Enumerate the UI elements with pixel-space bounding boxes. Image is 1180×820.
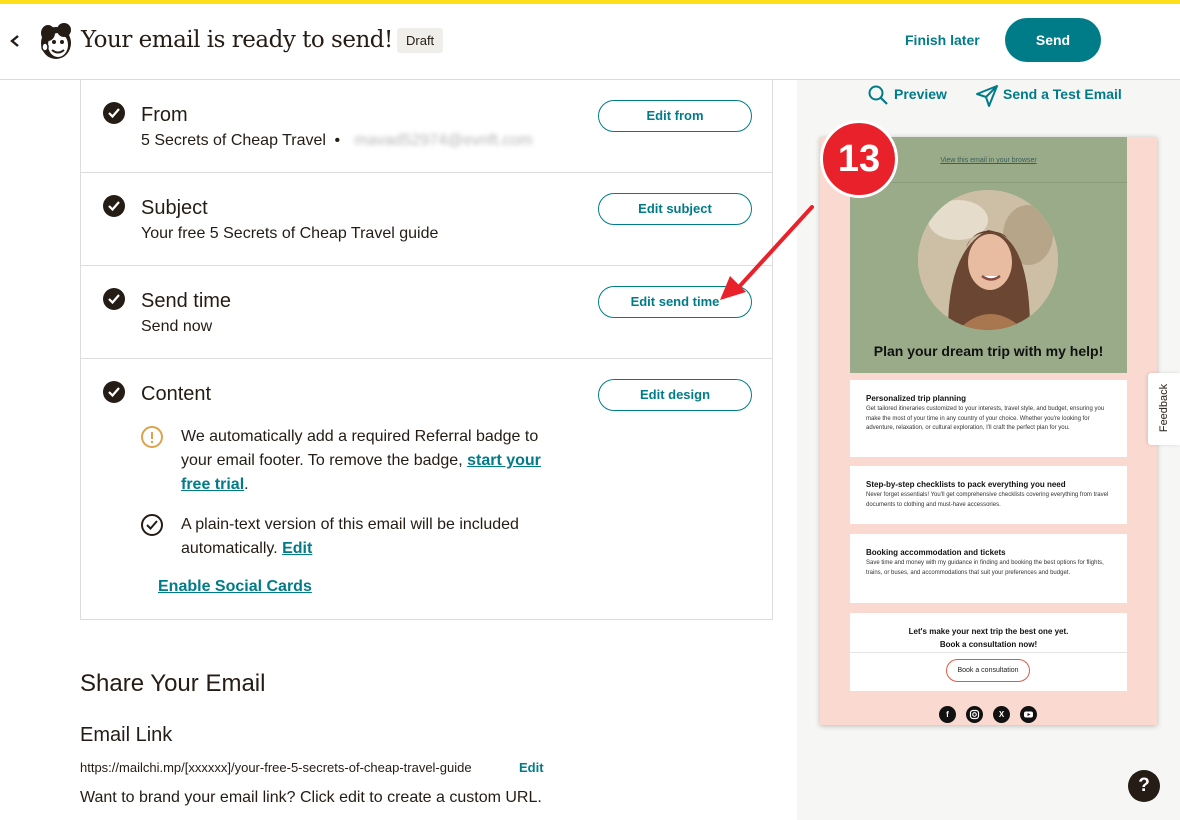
- cta-line-1: Let's make your next trip the best one y…: [908, 627, 1069, 636]
- warning-icon: [141, 426, 163, 448]
- email-link-edit-link[interactable]: Edit: [519, 760, 544, 775]
- portrait-photo: [918, 190, 1058, 330]
- email-link-heading: Email Link: [80, 724, 173, 746]
- row-title: Content: [141, 383, 212, 405]
- brand-link-hint: Want to brand your email link? Click edi…: [80, 789, 542, 806]
- social-icons-row: f X: [939, 706, 1039, 723]
- feedback-tab[interactable]: Feedback: [1148, 373, 1180, 445]
- section-title: Booking accommodation and tickets: [866, 548, 1006, 557]
- checklist-row-content: Content Edit design We automatically add…: [81, 359, 772, 620]
- checklist-row-subject: Subject Your free 5 Secrets of Cheap Tra…: [81, 173, 772, 266]
- paper-plane-icon: [976, 85, 998, 107]
- plaintext-text: A plain-text version of this email will …: [181, 516, 519, 557]
- row-title: Subject: [141, 197, 208, 219]
- send-time-value: Send now: [141, 318, 213, 335]
- email-preview: View this email in your browser Plan you…: [820, 137, 1157, 725]
- email-cta-section: Let's make your next trip the best one y…: [850, 613, 1127, 691]
- facebook-icon[interactable]: f: [939, 706, 956, 723]
- plaintext-edit-link[interactable]: Edit: [282, 540, 312, 557]
- from-separator: •: [334, 132, 341, 149]
- help-button[interactable]: ?: [1128, 770, 1160, 802]
- check-complete-icon: [103, 381, 125, 403]
- checklist-row-from: From 5 Secrets of Cheap Travel • mavad52…: [81, 80, 772, 173]
- referral-end: .: [244, 476, 249, 493]
- checklist-row-send-time: Send time Send now Edit send time: [81, 266, 772, 359]
- preview-panel: Preview Send a Test Email View this emai…: [797, 80, 1180, 820]
- checklist-panel: From 5 Secrets of Cheap Travel • mavad52…: [0, 80, 797, 820]
- plain-text-notice-text: A plain-text version of this email will …: [181, 513, 561, 561]
- feedback-label: Feedback: [1158, 383, 1170, 433]
- edit-design-button[interactable]: Edit design: [598, 379, 752, 411]
- edit-subject-button[interactable]: Edit subject: [598, 193, 752, 225]
- cta-line-2: Book a consultation now!: [939, 640, 1038, 649]
- cta-divider: [850, 652, 1127, 653]
- check-complete-icon: [103, 102, 125, 124]
- check-circle-icon: [141, 514, 163, 536]
- from-email-blurred: mavad52974@evnft.com: [354, 132, 533, 149]
- email-link-url: https://mailchi.mp/[xxxxxx]/your-free-5-…: [80, 760, 472, 775]
- youtube-icon[interactable]: [1020, 706, 1037, 723]
- send-button[interactable]: Send: [1005, 18, 1101, 62]
- row-title: From: [141, 104, 188, 126]
- email-section-booking: Booking accommodation and tickets Save t…: [850, 534, 1127, 603]
- enable-social-cards-link[interactable]: Enable Social Cards: [158, 578, 312, 596]
- instagram-icon[interactable]: [966, 706, 983, 723]
- section-body: Get tailored itineraries customized to y…: [866, 406, 1105, 431]
- referral-notice-text: We automatically add a required Referral…: [181, 425, 561, 497]
- from-value: 5 Secrets of Cheap Travel • mavad52974@e…: [141, 132, 533, 150]
- header-bar: Your email is ready to send! Draft Finis…: [0, 4, 1180, 80]
- checklist-card: From 5 Secrets of Cheap Travel • mavad52…: [80, 80, 773, 620]
- book-consultation-button[interactable]: Book a consultation: [946, 659, 1030, 682]
- referral-badge-notice: We automatically add a required Referral…: [141, 425, 541, 497]
- email-section-trip-planning: Personalized trip planning Get tailored …: [850, 380, 1127, 457]
- hero-title: Plan your dream trip with my help!: [873, 343, 1104, 359]
- back-chevron-icon[interactable]: [8, 28, 24, 54]
- subject-value: Your free 5 Secrets of Cheap Travel guid…: [141, 225, 439, 242]
- send-test-email-label: Send a Test Email: [1003, 86, 1122, 102]
- check-complete-icon: [103, 288, 125, 310]
- page-title: Your email is ready to send!: [81, 27, 393, 53]
- hero-divider: [850, 182, 1127, 183]
- finish-later-link[interactable]: Finish later: [893, 32, 992, 48]
- edit-from-button[interactable]: Edit from: [598, 100, 752, 132]
- edit-send-time-button[interactable]: Edit send time: [598, 286, 752, 318]
- from-name: 5 Secrets of Cheap Travel: [141, 132, 326, 149]
- preview-label: Preview: [894, 86, 947, 102]
- draft-status-badge: Draft: [397, 28, 444, 53]
- check-complete-icon: [103, 195, 125, 217]
- section-title: Personalized trip planning: [866, 394, 967, 403]
- x-icon[interactable]: X: [993, 706, 1010, 723]
- step-number-badge: 13: [820, 120, 898, 198]
- search-icon: [868, 85, 888, 105]
- share-email-heading: Share Your Email: [80, 670, 266, 697]
- email-section-checklists: Step-by-step checklists to pack everythi…: [850, 466, 1127, 524]
- plain-text-notice: A plain-text version of this email will …: [141, 513, 541, 561]
- row-title: Send time: [141, 290, 232, 312]
- section-title: Step-by-step checklists to pack everythi…: [866, 480, 1066, 489]
- mailchimp-logo-icon[interactable]: [37, 21, 75, 61]
- section-body: Save time and money with my guidance in …: [866, 560, 1104, 576]
- section-body: Never forget essentials! You'll get comp…: [866, 492, 1109, 508]
